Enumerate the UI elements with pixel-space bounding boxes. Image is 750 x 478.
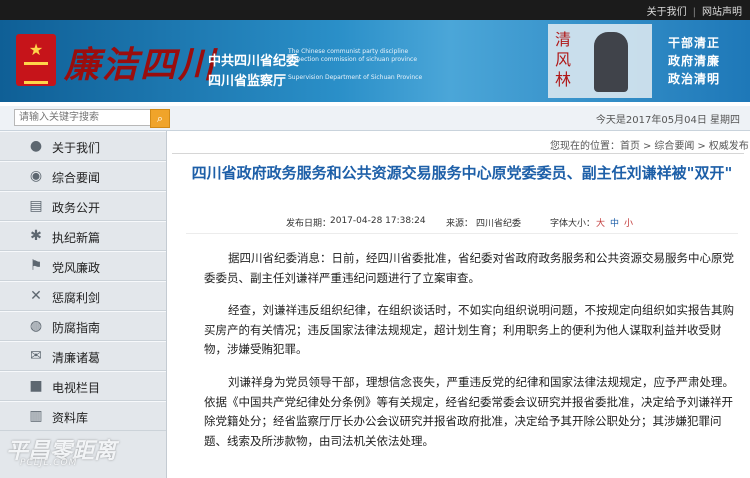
sidebar-item-gov-affairs[interactable]: ▤ 政务公开 bbox=[0, 191, 166, 221]
top-links: 关于我们 | 网站声明 bbox=[647, 3, 742, 18]
sidebar-item-label: 政务公开 bbox=[52, 201, 101, 215]
sidebar-item-label: 惩腐利剑 bbox=[52, 291, 101, 305]
sidebar-item-label: 资料库 bbox=[52, 411, 89, 425]
sidebar-item-anti-corruption[interactable]: ✕ 惩腐利剑 bbox=[0, 281, 166, 311]
sidebar-item-news[interactable]: ◉ 综合要闻 bbox=[0, 161, 166, 191]
sidebar-item-party-conduct[interactable]: ⚑ 党风廉政 bbox=[0, 251, 166, 281]
sidebar-item-prevention-guide[interactable]: ◍ 防腐指南 bbox=[0, 311, 166, 341]
eye-icon: ◉ bbox=[29, 168, 43, 184]
globe-icon: ◍ bbox=[29, 318, 43, 334]
org-name-en-2: Supervision Department of Sichuan Provin… bbox=[288, 74, 423, 81]
sidebar-item-label: 清廉诸葛 bbox=[52, 351, 101, 365]
org-name-cn-2: 四川省监察厅 bbox=[208, 74, 287, 89]
org-name-en-1: The Chinese communist party discipline i… bbox=[288, 48, 418, 63]
sidebar-item-about-us[interactable]: ● 关于我们 bbox=[0, 131, 166, 161]
breadcrumb: 您现在的位置：首页 > 综合要闻 > 权威发布 bbox=[550, 137, 749, 152]
breadcrumb-sep: > bbox=[697, 141, 706, 152]
archive-icon: ▥ bbox=[29, 408, 43, 424]
watermark-sub: PCLJL.COM bbox=[20, 458, 78, 468]
article-paragraph: 据四川省纪委消息：日前，经四川省委批准，省纪委对省政府政务服务和公共资源交易服务… bbox=[204, 251, 734, 285]
sidebar-item-label: 防腐指南 bbox=[52, 321, 101, 335]
sidebar-nav: ● 关于我们 ◉ 综合要闻 ▤ 政务公开 ✱ 执纪新篇 ⚑ 党风廉政 ✕ 惩腐利剑 ◍ 防腐指… bbox=[0, 131, 167, 478]
source-label: 来源： bbox=[446, 219, 474, 229]
font-size-label: 字体大小： bbox=[550, 219, 596, 229]
motto-vertical-text: 清风林 bbox=[555, 30, 572, 89]
search-row: ⌕ 今天是2017年05月04日 星期四 bbox=[0, 106, 750, 131]
publish-date-label: 发布日期： bbox=[286, 219, 332, 229]
breadcrumb-prefix: 您现在的位置： bbox=[550, 141, 620, 152]
article-paragraph: 刘谦祥身为党员领导干部，理想信念丧失，严重违反党的纪律和国家法律法规规定，应予严… bbox=[204, 375, 734, 448]
about-us-link[interactable]: 关于我们 bbox=[647, 7, 687, 18]
breadcrumb-news[interactable]: 综合要闻 bbox=[654, 141, 694, 152]
link-separator: | bbox=[692, 7, 696, 18]
search-button[interactable]: ⌕ bbox=[150, 109, 170, 128]
site-statement-link[interactable]: 网站声明 bbox=[702, 7, 742, 18]
font-size-small-button[interactable]: 小 bbox=[624, 216, 633, 229]
org-name-cn-1: 中共四川省纪委 bbox=[208, 54, 300, 69]
sidebar-item-discipline[interactable]: ✱ 执纪新篇 bbox=[0, 221, 166, 251]
site-logo[interactable]: 廉洁四川 bbox=[64, 36, 216, 88]
statue-image bbox=[594, 32, 628, 92]
sidebar-item-tv[interactable]: ■ 电视栏目 bbox=[0, 371, 166, 401]
slogan-1: 干部清正 bbox=[668, 36, 721, 50]
chat-icon: ✉ bbox=[30, 348, 42, 364]
user-icon: ● bbox=[29, 138, 43, 154]
sidebar-item-label: 综合要闻 bbox=[52, 171, 101, 185]
breadcrumb-authority[interactable]: 权威发布 bbox=[709, 141, 749, 152]
sidebar-item-label: 电视栏目 bbox=[52, 381, 101, 395]
search-icon: ⌕ bbox=[156, 112, 164, 125]
star-icon: ✱ bbox=[30, 228, 42, 244]
font-size-large-button[interactable]: 大 bbox=[596, 216, 605, 229]
sidebar-item-label: 党风廉政 bbox=[52, 261, 101, 275]
main-content: 您现在的位置：首页 > 综合要闻 > 权威发布 四川省政府政务服务和公共资源交易服务中心… bbox=[172, 131, 750, 478]
flag-icon: ⚑ bbox=[29, 258, 43, 274]
divider bbox=[172, 153, 744, 154]
slogan-3: 政治清明 bbox=[668, 72, 721, 86]
folder-icon: ▤ bbox=[29, 198, 43, 214]
sword-icon: ✕ bbox=[30, 288, 42, 304]
search-input[interactable] bbox=[14, 109, 158, 126]
font-size-medium-button[interactable]: 中 bbox=[610, 216, 619, 229]
party-seal-icon: ★ bbox=[16, 34, 56, 86]
sidebar-item-library[interactable]: ▥ 资料库 bbox=[0, 401, 166, 431]
article-title: 四川省政府政务服务和公共资源交易服务中心原党委委员、副主任刘谦祥被"双开" bbox=[191, 164, 733, 182]
article-paragraph: 经查，刘谦祥违反组织纪律，在组织谈话时，不如实向组织说明问题，不按规定向组织如实… bbox=[204, 303, 734, 356]
slogan-2: 政府清廉 bbox=[668, 54, 721, 68]
source: 四川省纪委 bbox=[476, 219, 522, 229]
header-banner: ★ 廉洁四川 中共四川省纪委 The Chinese communist par… bbox=[0, 20, 750, 102]
top-bar: 关于我们 | 网站声明 bbox=[0, 0, 750, 20]
sidebar-item-label: 执纪新篇 bbox=[52, 231, 101, 245]
tv-icon: ■ bbox=[29, 378, 43, 394]
slogans: 干部清正 政府清廉 政治清明 bbox=[668, 34, 720, 88]
sidebar-item-label: 关于我们 bbox=[52, 141, 101, 155]
divider bbox=[186, 233, 738, 234]
sidebar-item-zhuge[interactable]: ✉ 清廉诸葛 bbox=[0, 341, 166, 371]
publish-date: 2017-04-28 17:38:24 bbox=[330, 216, 426, 226]
breadcrumb-home[interactable]: 首页 bbox=[620, 141, 640, 152]
current-date: 今天是2017年05月04日 星期四 bbox=[595, 115, 740, 126]
breadcrumb-sep: > bbox=[643, 141, 652, 152]
